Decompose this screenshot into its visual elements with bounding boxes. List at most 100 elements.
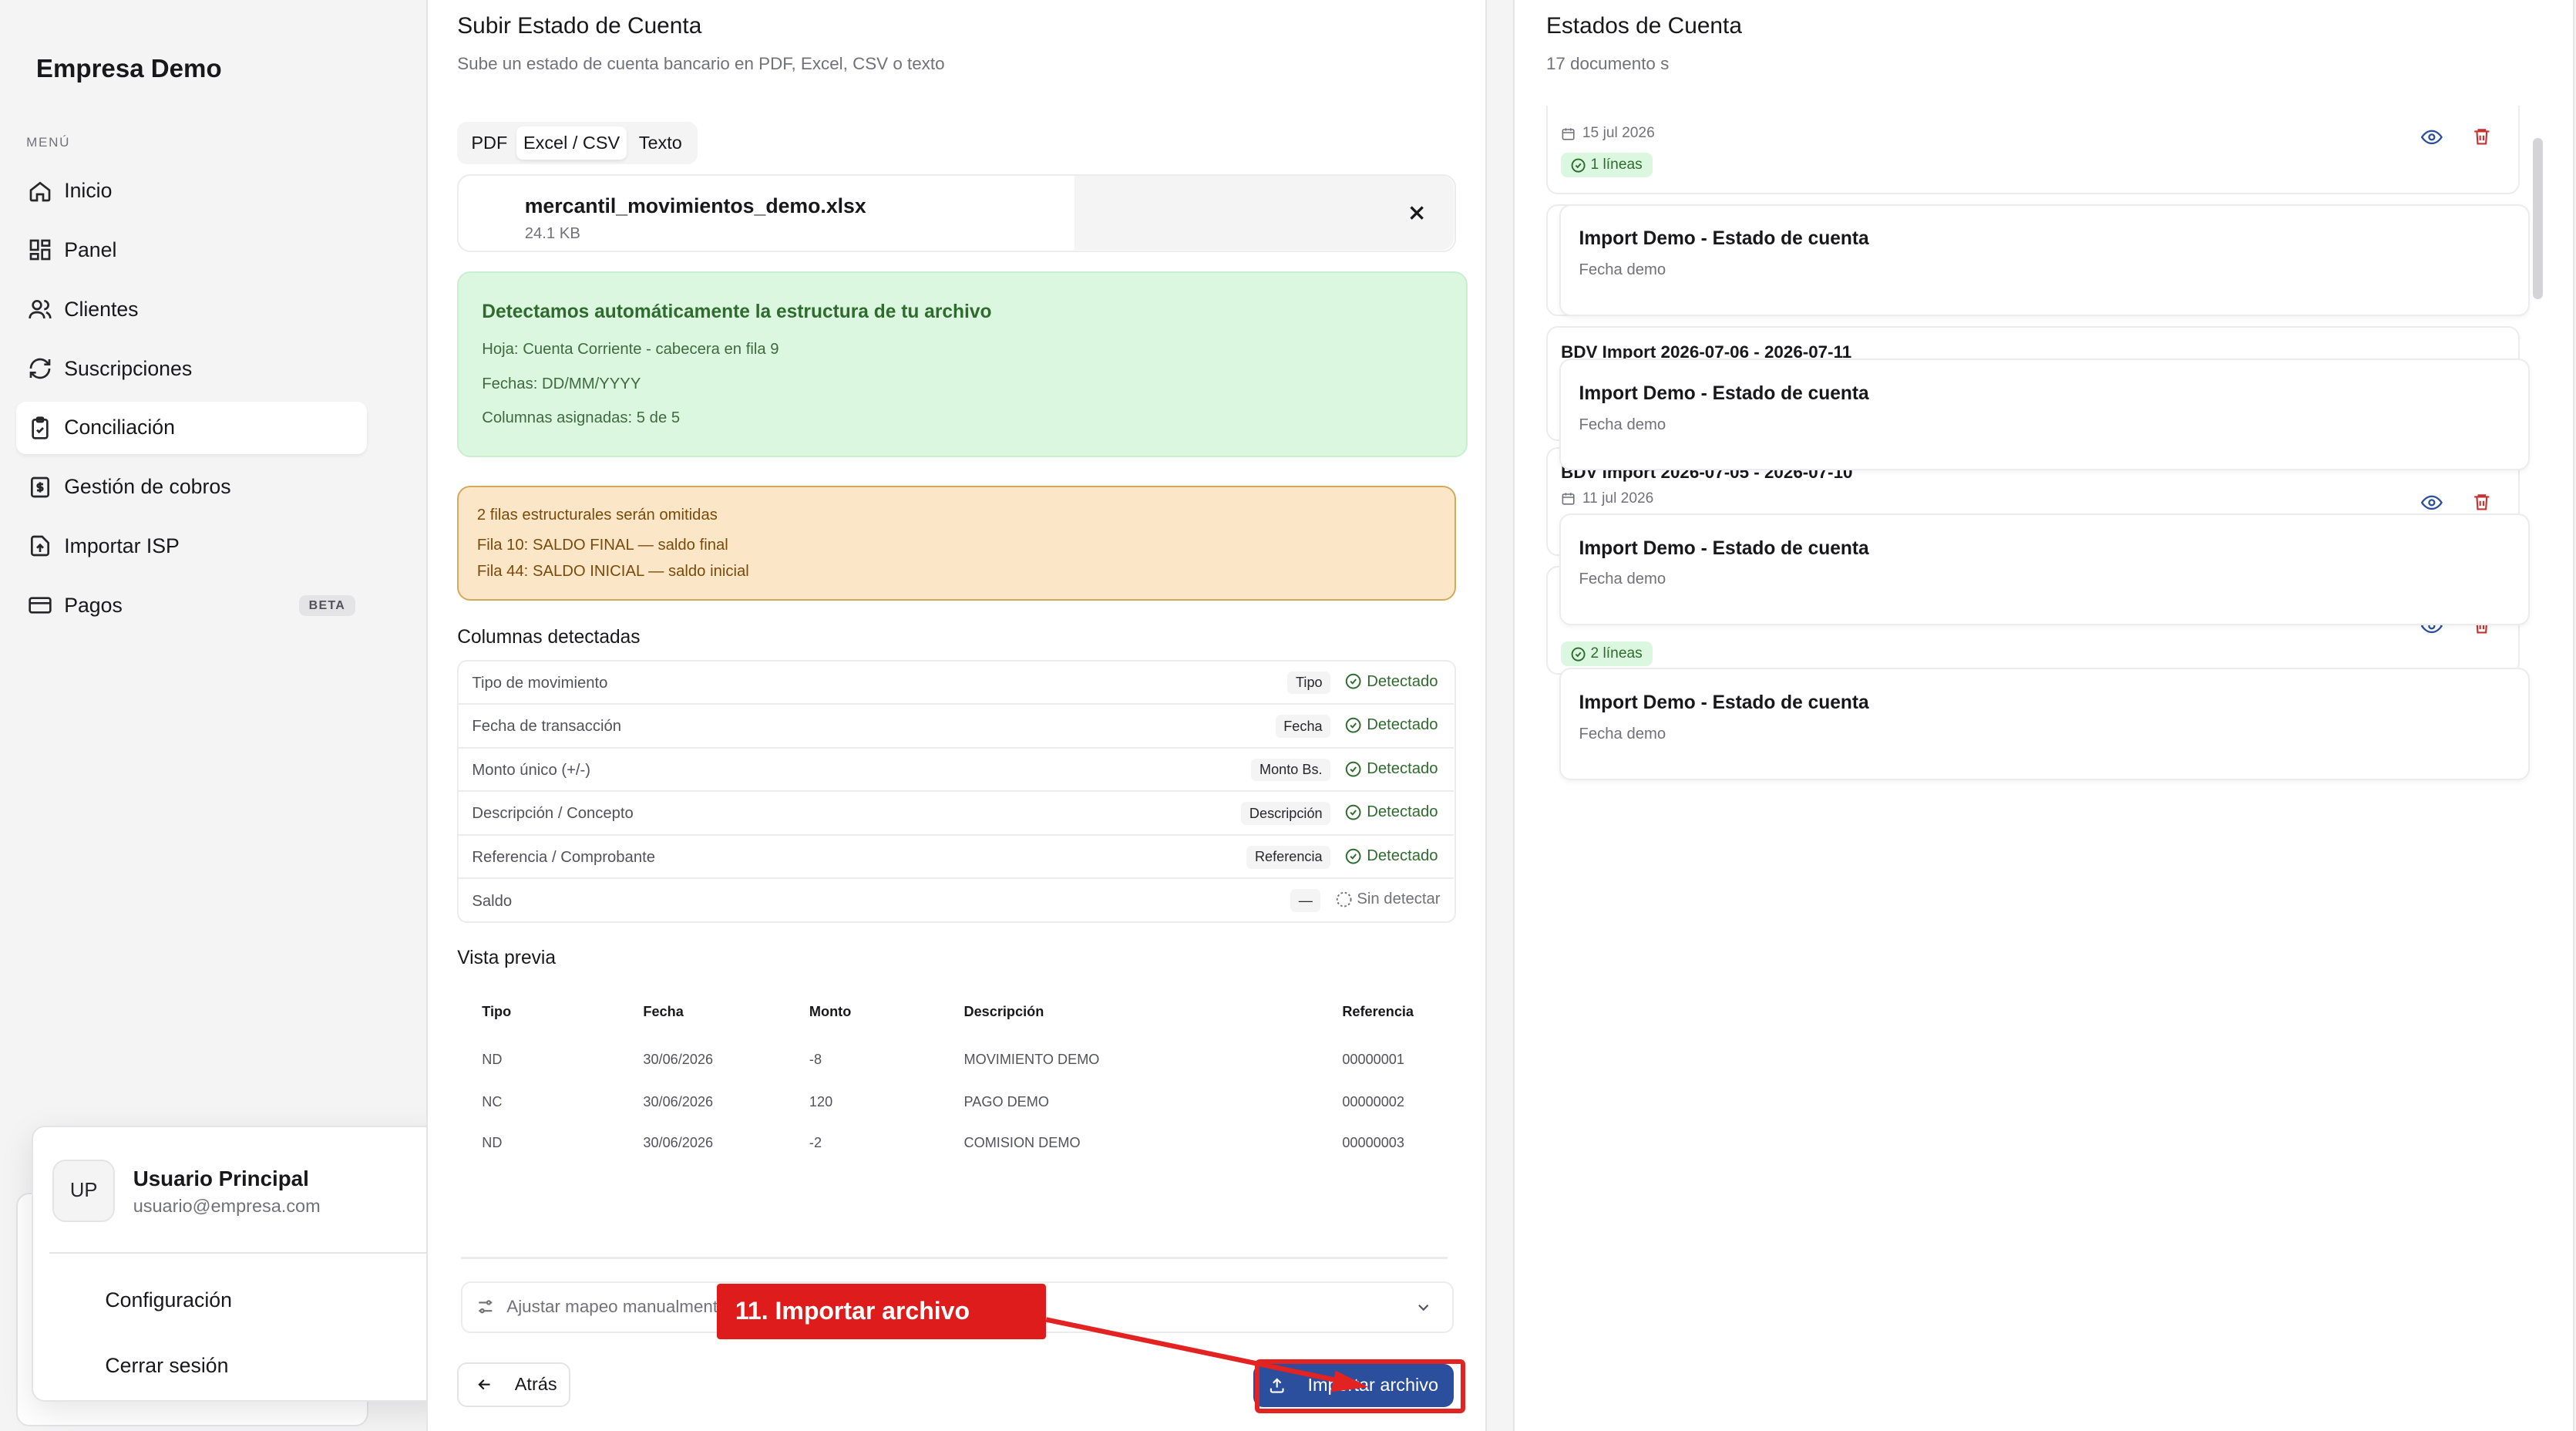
sidebar-item-label: Pagos [64,593,123,617]
column-status: Detectado [1345,716,1438,734]
preview-header: Monto [809,1003,852,1019]
detected-columns-title: Columnas detectadas [457,627,641,648]
preview-cell: ND [482,1135,503,1151]
tutorial-highlight [1255,1359,1466,1414]
preview-title: Vista previa [457,948,556,969]
check-circle-icon [1346,717,1361,733]
column-status: Sin detectar [1336,891,1441,908]
back-button-label: Atrás [514,1374,557,1395]
column-row: Saldo — Sin detectar [459,879,1454,923]
dollar-doc-icon [31,476,50,497]
column-name: Fecha de transacción [472,718,622,736]
column-name: Descripción / Concepto [472,805,634,823]
sidebar-item-importar-isp[interactable]: Importar ISP [16,520,367,572]
tutorial-callout: 11. Importar archivo [717,1283,1047,1340]
column-row: Fecha de transacción Fecha Detectado [459,705,1454,749]
preview-cell: COMISION DEMO [963,1135,1081,1151]
calendar-icon [1562,493,1575,505]
upload-doc-icon [31,536,50,557]
import-card-subtitle: Fecha demo [1579,725,1666,742]
brand-name: Empresa Demo [35,54,222,83]
statement-card[interactable] [1545,105,2521,194]
manual-mapping-label: Ajustar mapeo manualmente [506,1296,728,1316]
sidebar-item-label: Panel [64,237,117,261]
preview-cell: 00000002 [1342,1094,1404,1110]
beta-badge: BETA [298,595,355,617]
column-tag: — [1290,889,1321,913]
preview-cell: 30/06/2026 [643,1051,714,1067]
format-tabs: PDF Excel / CSV Texto [457,121,698,165]
import-demo-card[interactable]: Import Demo - Estado de cuenta Fecha dem… [1559,204,2531,316]
sidebar-item-suscripciones[interactable]: Suscripciones [16,342,367,395]
close-icon[interactable] [1403,199,1431,227]
tab-texto[interactable]: Texto [630,126,691,160]
trash-icon[interactable] [2472,492,2492,512]
sidebar-item-label: Conciliación [64,416,175,439]
refresh-icon [29,358,51,379]
preview-cell: 30/06/2026 [643,1135,714,1151]
statements-title: Estados de Cuenta [1545,13,1742,39]
divider [460,1257,1448,1259]
column-tag: Referencia [1246,845,1331,869]
preview-cell: NC [482,1094,503,1110]
import-demo-card[interactable]: Import Demo - Estado de cuenta Fecha dem… [1559,513,2531,625]
detection-sheet: Hoja: Cuenta Corriente - cabecera en fil… [482,340,779,358]
menu-section-label: MENÚ [26,134,71,150]
scrollbar[interactable] [2533,138,2544,300]
column-row: Tipo de movimiento Tipo Detectado [459,662,1454,705]
import-card-subtitle: Fecha demo [1579,571,1666,588]
sidebar-item-label: Gestión de cobros [64,475,231,499]
arrow-left-icon [477,1379,490,1390]
import-card-title: Import Demo - Estado de cuenta [1579,383,1869,405]
column-tag: Fecha [1275,715,1331,738]
warning-line: Fila 10: SALDO FINAL — saldo final [476,536,728,554]
trash-icon[interactable] [2472,126,2492,146]
import-demo-card[interactable]: Import Demo - Estado de cuenta Fecha dem… [1559,668,2531,780]
column-row: Descripción / Concepto Descripción Detec… [459,792,1454,836]
tab-excel-csv[interactable]: Excel / CSV [516,126,627,160]
users-icon [29,300,52,319]
column-row: Monto único (+/-) Monto Bs. Detectado [459,749,1454,793]
detection-dates: Fechas: DD/MM/YYYY [482,375,641,392]
sidebar-item-pagos[interactable]: Pagos BETA [16,579,367,631]
preview-cell: PAGO DEMO [963,1094,1049,1110]
tab-pdf[interactable]: PDF [464,126,515,160]
preview-cell: MOVIMIENTO DEMO [963,1051,1100,1067]
statement-date: 11 jul 2026 [1561,490,1653,507]
sidebar-item-inicio[interactable]: Inicio [16,164,367,217]
check-circle-icon [1346,674,1361,690]
eye-icon[interactable] [2421,126,2443,148]
settings-menu-item[interactable]: Configuración [105,1288,231,1312]
preview-cell: -2 [809,1135,822,1151]
chevron-down-icon [1418,1304,1429,1311]
preview-header: Referencia [1342,1003,1414,1019]
avatar: UP [52,1160,116,1223]
preview-cell: ND [482,1051,503,1067]
page-title: Subir Estado de Cuenta [457,13,702,39]
dashboard-icon [29,240,51,261]
file-card-action-area [1074,176,1454,251]
sidebar-item-label: Importar ISP [64,534,180,557]
sidebar-item-gestion-cobros[interactable]: Gestión de cobros [16,461,367,513]
import-card-title: Import Demo - Estado de cuenta [1579,692,1869,714]
sidebar-item-label: Inicio [64,179,113,203]
column-row: Referencia / Comprobante Referencia Dete… [459,836,1454,880]
sidebar-item-panel[interactable]: Panel [16,224,367,276]
statements-count: 17 documento s [1545,54,1670,74]
import-card-subtitle: Fecha demo [1579,261,1666,279]
back-button[interactable]: Atrás [457,1362,571,1407]
clipboard-check-icon [32,416,49,439]
check-circle-icon [1346,804,1361,820]
eye-icon[interactable] [2421,492,2443,513]
logout-menu-item[interactable]: Cerrar sesión [105,1354,228,1378]
user-email: usuario@empresa.com [133,1196,321,1217]
column-status: Detectado [1345,847,1438,865]
preview-cell: -8 [809,1051,822,1067]
import-demo-card[interactable]: Import Demo - Estado de cuenta Fecha dem… [1559,359,2531,471]
file-name: mercantil_movimientos_demo.xlsx [524,194,866,217]
warning-title: 2 filas estructurales serán omitidas [476,507,718,524]
detection-title: Detectamos automáticamente la estructura… [482,301,992,322]
column-name: Saldo [472,892,513,910]
sidebar-item-conciliacion[interactable]: Conciliación [16,401,367,454]
sidebar-item-clientes[interactable]: Clientes [16,283,367,335]
